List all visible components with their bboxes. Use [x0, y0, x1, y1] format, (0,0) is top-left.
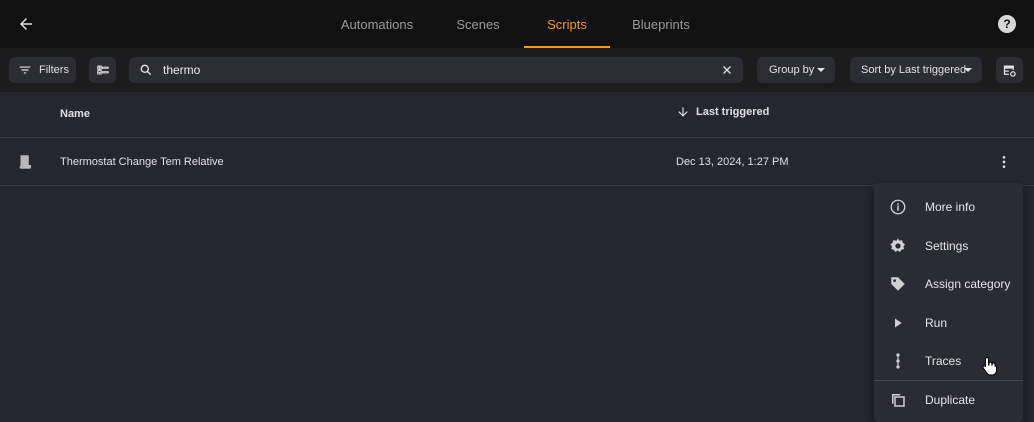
- tab-bar: Automations Scenes Scripts Blueprints: [322, 0, 712, 48]
- close-icon: [723, 66, 731, 74]
- info-icon: [889, 198, 907, 216]
- toolbar: Filters thermo Group by Sort by Last tri…: [0, 48, 1034, 92]
- table-cog-icon: [1003, 65, 1016, 77]
- filters-button[interactable]: Filters: [9, 57, 76, 83]
- arrow-down-icon: [678, 107, 688, 117]
- column-header-name[interactable]: Name: [60, 108, 90, 120]
- overflow-menu-button[interactable]: [994, 152, 1014, 172]
- filter-icon: [19, 66, 31, 74]
- search-input[interactable]: thermo: [163, 63, 200, 77]
- selection-mode-button[interactable]: [89, 57, 116, 83]
- checklist-icon: [96, 65, 109, 75]
- menu-item-label: Run: [925, 316, 948, 330]
- tag-icon: [889, 275, 907, 293]
- sort-label: Sort by Last triggered: [861, 64, 967, 76]
- menu-item-label: More info: [925, 200, 976, 214]
- tab-blueprints[interactable]: Blueprints: [610, 0, 712, 48]
- script-icon: [16, 153, 34, 174]
- clear-search-button[interactable]: [719, 62, 735, 78]
- menu-item-settings[interactable]: Settings: [874, 227, 1023, 265]
- group-by-label: Group by: [769, 64, 815, 76]
- menu-item-duplicate[interactable]: Duplicate: [874, 381, 1023, 419]
- menu-item-label: Assign category: [925, 277, 1011, 291]
- menu-item-label: Settings: [925, 239, 969, 253]
- back-button[interactable]: [14, 12, 38, 36]
- table-settings-button[interactable]: [996, 57, 1023, 83]
- top-app-bar: Automations Scenes Scripts Blueprints ?: [0, 0, 1034, 48]
- group-by-dropdown[interactable]: Group by: [757, 57, 835, 83]
- play-icon: [889, 314, 907, 332]
- tab-scenes[interactable]: Scenes: [432, 0, 524, 48]
- table-header: Name Last triggered: [0, 92, 1034, 138]
- menu-item-assign-category[interactable]: Assign category: [874, 265, 1023, 303]
- tab-automations[interactable]: Automations: [322, 0, 432, 48]
- last-triggered-value: Dec 13, 2024, 1:27 PM: [676, 156, 789, 168]
- gear-icon: [889, 237, 907, 255]
- last-triggered-label: Last triggered: [696, 106, 770, 118]
- search-icon: [140, 64, 152, 76]
- menu-item-traces[interactable]: Traces: [874, 342, 1023, 380]
- sort-dropdown[interactable]: Sort by Last triggered: [850, 57, 982, 83]
- menu-item-label: Traces: [925, 354, 962, 368]
- traces-icon: [889, 352, 907, 370]
- chevron-down-icon: [964, 68, 972, 72]
- table-row[interactable]: Thermostat Change Tem Relative Dec 13, 2…: [0, 138, 1034, 186]
- menu-item-label: Duplicate: [925, 393, 976, 407]
- menu-item-more-info[interactable]: More info: [874, 188, 1023, 226]
- help-icon[interactable]: ?: [998, 15, 1016, 33]
- column-header-last-triggered[interactable]: Last triggered: [676, 105, 769, 119]
- arrow-left-icon: [20, 18, 32, 30]
- menu-item-run[interactable]: Run: [874, 304, 1023, 342]
- tab-scripts[interactable]: Scripts: [524, 0, 610, 48]
- script-name: Thermostat Change Tem Relative: [60, 156, 224, 168]
- duplicate-icon: [889, 391, 907, 409]
- chevron-down-icon: [817, 68, 825, 72]
- overflow-menu: More info Settings Assign category Run T…: [874, 183, 1023, 422]
- dots-vertical-icon: [1002, 156, 1006, 168]
- search-field[interactable]: thermo: [129, 57, 743, 83]
- filters-label: Filters: [39, 64, 69, 76]
